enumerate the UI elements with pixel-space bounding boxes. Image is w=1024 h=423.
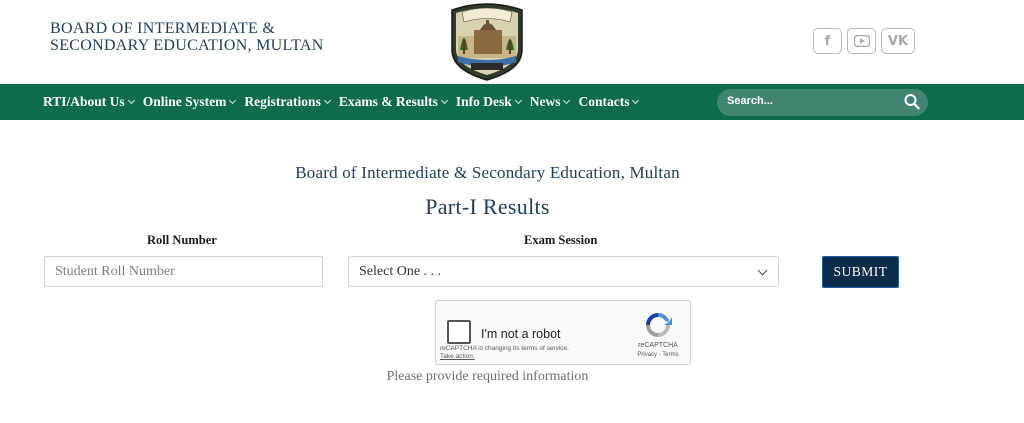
recaptcha-take-action-link[interactable]: Take action. — [440, 353, 569, 361]
submit-button[interactable]: SUBMIT — [822, 256, 899, 288]
chevron-down-icon — [757, 265, 768, 276]
nav-item-label: Registrations — [244, 94, 321, 109]
chevron-down-icon — [127, 96, 135, 105]
recaptcha-checkbox[interactable] — [447, 320, 471, 344]
vk-icon[interactable]: VK — [881, 28, 915, 54]
main-nav: RTI/About Us Online System Registrations… — [0, 84, 1024, 120]
nav-item-news[interactable]: News — [529, 94, 571, 110]
org-name-line1: BOARD OF INTERMEDIATE & — [50, 20, 276, 37]
chevron-down-icon — [514, 96, 522, 105]
search-box[interactable]: Search... — [717, 89, 928, 116]
roll-number-label: Roll Number — [147, 233, 217, 247]
chevron-down-icon — [229, 96, 237, 105]
search-input[interactable]: Search... — [727, 95, 773, 107]
nav-item-exams-results[interactable]: Exams & Results — [338, 94, 448, 110]
recaptcha-label: I'm not a robot — [481, 327, 561, 341]
page-title: Part-I Results — [425, 194, 550, 219]
nav-item-rti-about[interactable]: RTI/About Us — [43, 94, 135, 110]
nav-item-label: Online System — [142, 94, 227, 109]
exam-session-select[interactable]: Select One . . . — [348, 256, 779, 287]
facebook-icon[interactable]: f — [813, 28, 842, 54]
recaptcha-notice-text: reCAPTCHA is changing its terms of servi… — [440, 345, 569, 352]
youtube-icon[interactable] — [847, 28, 876, 54]
nav-item-label: Contacts — [578, 94, 630, 109]
exam-session-label: Exam Session — [524, 233, 598, 247]
recaptcha-brand: reCAPTCHA — [638, 342, 678, 349]
nav-item-label: Info Desk — [455, 94, 512, 109]
nav-item-online-system[interactable]: Online System — [142, 94, 237, 110]
info-message: Please provide required information — [386, 369, 589, 384]
youtube-play-icon — [853, 35, 870, 47]
recaptcha-logo-icon — [646, 312, 672, 337]
nav-item-registrations[interactable]: Registrations — [244, 94, 331, 110]
recaptcha-widget: I'm not a robot reCAPTCHA is changing it… — [435, 300, 691, 365]
chevron-down-icon — [440, 96, 448, 105]
org-name-line2: SECONDARY EDUCATION, MULTAN — [50, 37, 324, 54]
exam-session-selected: Select One . . . — [359, 264, 442, 279]
site-header: BOARD OF INTERMEDIATE & SECONDARY EDUCAT… — [0, 0, 1024, 84]
search-icon[interactable] — [904, 93, 920, 111]
nav-menu: RTI/About Us Online System Registrations… — [43, 84, 647, 120]
nav-item-label: News — [529, 94, 561, 109]
nav-item-info-desk[interactable]: Info Desk — [455, 94, 522, 110]
nav-item-contacts[interactable]: Contacts — [578, 94, 640, 110]
nav-item-label: RTI/About Us — [43, 94, 125, 109]
roll-number-input[interactable] — [44, 256, 323, 287]
chevron-down-icon — [632, 96, 640, 105]
chevron-down-icon — [563, 96, 571, 105]
recaptcha-privacy-terms[interactable]: Privacy - Terms — [631, 352, 685, 358]
chevron-down-icon — [323, 96, 331, 105]
nav-item-label: Exams & Results — [338, 94, 438, 109]
org-name[interactable]: BOARD OF INTERMEDIATE & SECONDARY EDUCAT… — [50, 20, 324, 54]
recaptcha-notice: reCAPTCHA is changing its terms of servi… — [440, 345, 569, 361]
social-links: f VK — [813, 28, 915, 54]
board-title: Board of Intermediate & Secondary Educat… — [295, 163, 680, 182]
bise-crest-logo[interactable] — [444, 0, 530, 82]
